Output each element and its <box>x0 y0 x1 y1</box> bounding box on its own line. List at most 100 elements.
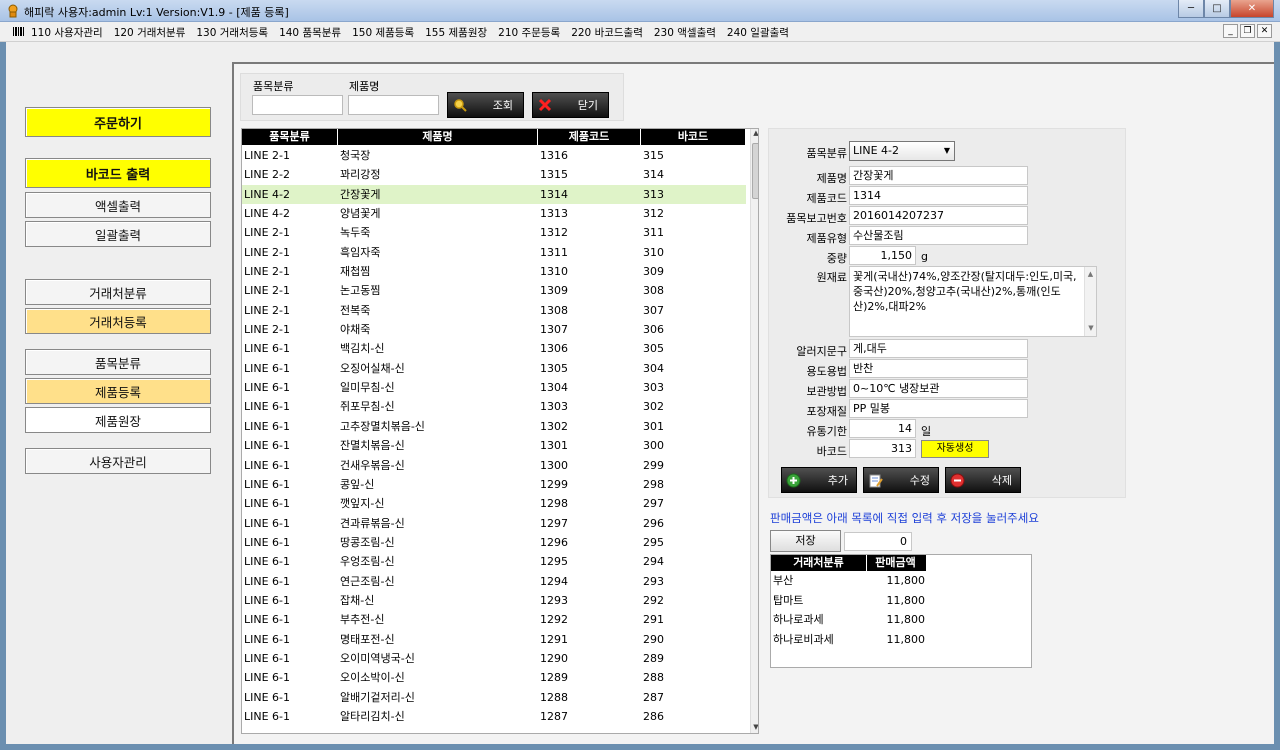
price-header-client[interactable]: 거래처분류 <box>771 555 867 571</box>
category-select[interactable]: LINE 4-2 ▼ <box>849 141 955 161</box>
table-row[interactable]: LINE 6-1 알배기겉저리-신 1288 287 <box>242 688 746 707</box>
menu-item-user-admin[interactable]: 110 사용자관리 <box>31 25 103 40</box>
menu-item-client-register[interactable]: 130 거래처등록 <box>196 25 268 40</box>
scroll-thumb[interactable] <box>752 143 758 199</box>
window-close-button[interactable]: ✕ <box>1230 0 1274 18</box>
price-row[interactable]: 탑마트 11,800 <box>771 591 1031 611</box>
menu-item-excel-print[interactable]: 230 액셀출력 <box>654 25 716 40</box>
usage-field[interactable]: 반찬 <box>849 359 1028 378</box>
ingredients-scrollbar[interactable]: ▲ ▼ <box>1084 267 1096 336</box>
delete-button[interactable]: 삭제 <box>945 467 1021 493</box>
table-row[interactable]: LINE 6-1 잔멸치볶음-신 1301 300 <box>242 436 746 455</box>
package-field[interactable]: PP 밀봉 <box>849 399 1028 418</box>
menu-item-item-category[interactable]: 140 품목분류 <box>279 25 341 40</box>
table-row[interactable]: LINE 2-1 재첩찜 1310 309 <box>242 262 746 281</box>
table-row[interactable]: LINE 6-1 부추전-신 1292 291 <box>242 610 746 629</box>
table-row[interactable]: LINE 6-1 깻잎지-신 1298 297 <box>242 494 746 513</box>
price-row-amount[interactable]: 11,800 <box>867 571 927 591</box>
menu-item-product-ledger[interactable]: 155 제품원장 <box>425 25 487 40</box>
price-row-amount[interactable]: 11,800 <box>867 630 927 650</box>
table-row[interactable]: LINE 6-1 고추장멸치볶음-신 1302 301 <box>242 417 746 436</box>
name-field[interactable]: 간장꽃게 <box>849 166 1028 185</box>
barcode-field[interactable]: 313 <box>849 439 916 458</box>
add-button[interactable]: 추가 <box>781 467 857 493</box>
price-row-amount[interactable]: 11,800 <box>867 591 927 611</box>
mdi-restore-button[interactable]: ❐ <box>1240 24 1255 38</box>
mdi-minimize-button[interactable]: _ <box>1223 24 1238 38</box>
table-row[interactable]: LINE 6-1 콩잎-신 1299 298 <box>242 475 746 494</box>
allergen-field[interactable]: 게,대두 <box>849 339 1028 358</box>
search-category-input[interactable] <box>252 95 343 115</box>
table-row[interactable]: LINE 2-1 논고동찜 1309 308 <box>242 281 746 300</box>
table-row[interactable]: LINE 6-1 오징어실채-신 1305 304 <box>242 359 746 378</box>
weight-field[interactable]: 1,150 <box>849 246 916 265</box>
table-row[interactable]: LINE 6-1 견과류볶음-신 1297 296 <box>242 514 746 533</box>
save-value-field[interactable]: 0 <box>844 532 912 551</box>
table-row[interactable]: LINE 6-1 오이소박이-신 1289 288 <box>242 668 746 687</box>
table-row[interactable]: LINE 4-2 양념꽃게 1313 312 <box>242 204 746 223</box>
search-button[interactable]: 조회 <box>447 92 524 118</box>
excel-print-button[interactable]: 액셀출력 <box>25 192 211 218</box>
shelf-life-field[interactable]: 14 <box>849 419 916 438</box>
product-register-button[interactable]: 제품등록 <box>25 378 211 404</box>
window-maximize-button[interactable]: □ <box>1204 0 1230 18</box>
menu-item-client-category[interactable]: 120 거래처분류 <box>114 25 186 40</box>
order-button[interactable]: 주문하기 <box>25 107 211 137</box>
scroll-down-icon[interactable]: ▼ <box>751 723 758 733</box>
price-row[interactable]: 하나로비과세 11,800 <box>771 630 1031 650</box>
grid-header-barcode[interactable]: 바코드 <box>641 129 746 145</box>
table-row[interactable]: LINE 2-2 꽈리강정 1315 314 <box>242 165 746 184</box>
grid-header-name[interactable]: 제품명 <box>338 129 538 145</box>
auto-generate-button[interactable]: 자동생성 <box>921 440 989 458</box>
grid-scrollbar[interactable]: ▲ ▼ <box>750 129 758 733</box>
mdi-close-button[interactable]: ✕ <box>1257 24 1272 38</box>
table-row[interactable]: LINE 6-1 백김치-신 1306 305 <box>242 339 746 358</box>
table-row[interactable]: LINE 6-1 명태포전-신 1291 290 <box>242 630 746 649</box>
close-button[interactable]: 닫기 <box>532 92 609 118</box>
table-row[interactable]: LINE 6-1 쥐포무침-신 1303 302 <box>242 397 746 416</box>
table-row[interactable]: LINE 2-1 녹두죽 1312 311 <box>242 223 746 242</box>
user-admin-button[interactable]: 사용자관리 <box>25 448 211 474</box>
ingredients-textarea[interactable]: 꽃게(국내산)74%,양조간장(탈지대두:인도,미국,중국산)20%,청양고추(… <box>849 266 1097 337</box>
price-row-amount[interactable]: 11,800 <box>867 610 927 630</box>
table-row[interactable]: LINE 2-1 야채죽 1307 306 <box>242 320 746 339</box>
table-row[interactable]: LINE 2-1 전복죽 1308 307 <box>242 301 746 320</box>
price-row[interactable]: 부산 11,800 <box>771 571 1031 591</box>
report-no-field[interactable]: 2016014207237 <box>849 206 1028 225</box>
table-row[interactable]: LINE 6-1 알타리김치-신 1287 286 <box>242 707 746 726</box>
type-field[interactable]: 수산물조림 <box>849 226 1028 245</box>
table-row[interactable]: LINE 4-2 간장꽃게 1314 313 <box>242 184 746 205</box>
storage-field[interactable]: 0~10℃ 냉장보관 <box>849 379 1028 398</box>
menu-item-product-register[interactable]: 150 제품등록 <box>352 25 414 40</box>
row-code: 1306 <box>540 342 568 356</box>
scroll-up-icon[interactable]: ▲ <box>751 129 758 141</box>
row-name: 견과류볶음-신 <box>340 516 405 530</box>
window-minimize-button[interactable]: ─ <box>1178 0 1204 18</box>
edit-button[interactable]: 수정 <box>863 467 939 493</box>
menu-item-barcode-print[interactable]: 220 바코드출력 <box>571 25 643 40</box>
menu-item-order-register[interactable]: 210 주문등록 <box>498 25 560 40</box>
item-category-button[interactable]: 품목분류 <box>25 349 211 375</box>
table-row[interactable]: LINE 6-1 연근조림-신 1294 293 <box>242 572 746 591</box>
price-header-amount[interactable]: 판매금액 <box>867 555 927 571</box>
client-category-button[interactable]: 거래처분류 <box>25 279 211 305</box>
table-row[interactable]: LINE 2-1 흑임자죽 1311 310 <box>242 243 746 262</box>
table-row[interactable]: LINE 6-1 오이미역냉국-신 1290 289 <box>242 649 746 668</box>
product-ledger-button[interactable]: 제품원장 <box>25 407 211 433</box>
table-row[interactable]: LINE 6-1 잡채-신 1293 292 <box>242 591 746 610</box>
table-row[interactable]: LINE 6-1 일미무침-신 1304 303 <box>242 378 746 397</box>
batch-print-button[interactable]: 일괄출력 <box>25 221 211 247</box>
price-row[interactable]: 하나로과세 11,800 <box>771 610 1031 630</box>
table-row[interactable]: LINE 6-1 땅콩조림-신 1296 295 <box>242 533 746 552</box>
grid-header-code[interactable]: 제품코드 <box>538 129 641 145</box>
save-button[interactable]: 저장 <box>770 530 841 552</box>
menu-item-batch-print[interactable]: 240 일괄출력 <box>727 25 789 40</box>
table-row[interactable]: LINE 2-1 청국장 1316 315 <box>242 146 746 165</box>
code-field[interactable]: 1314 <box>849 186 1028 205</box>
table-row[interactable]: LINE 6-1 건새우볶음-신 1300 299 <box>242 456 746 475</box>
client-register-button[interactable]: 거래처등록 <box>25 308 211 334</box>
barcode-print-button[interactable]: 바코드 출력 <box>25 158 211 188</box>
search-name-input[interactable] <box>348 95 439 115</box>
grid-header-category[interactable]: 품목분류 <box>242 129 338 145</box>
table-row[interactable]: LINE 6-1 우엉조림-신 1295 294 <box>242 552 746 571</box>
